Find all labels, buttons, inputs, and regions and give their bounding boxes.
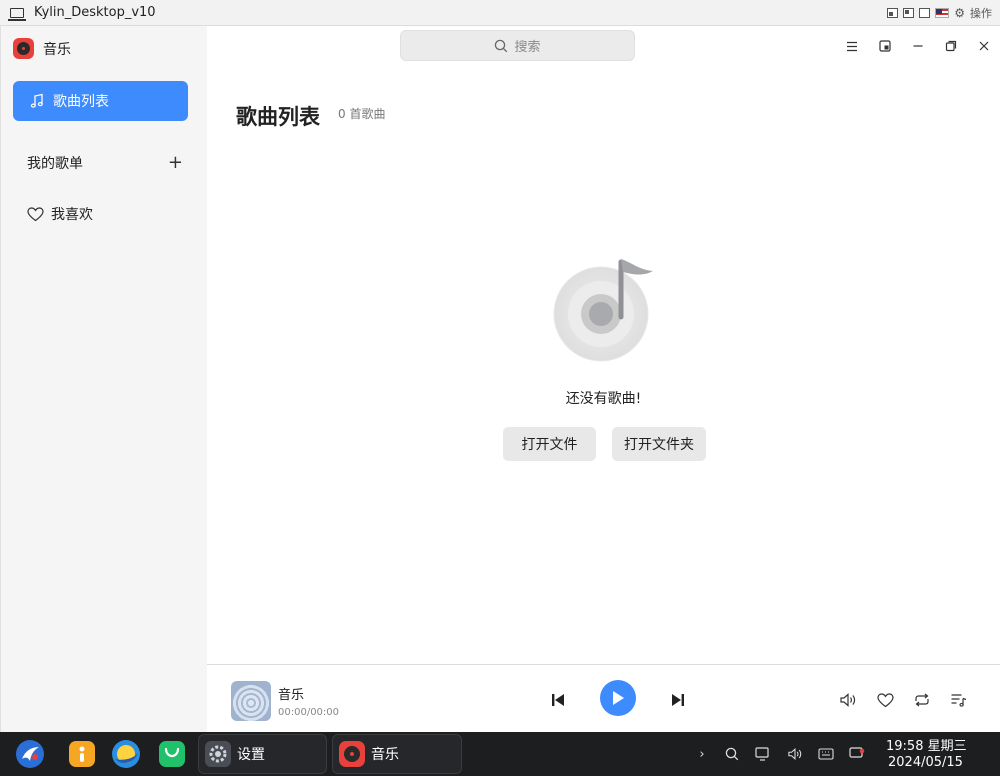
search-placeholder: 搜索: [514, 40, 541, 55]
playlist-icon: [951, 694, 967, 707]
sidebar: 音乐 歌曲列表 我的歌单 + 我喜欢: [0, 26, 207, 732]
search-icon: [495, 39, 508, 52]
vm-restore-icon[interactable]: [887, 8, 899, 18]
open-folder-button[interactable]: 打开文件夹: [612, 427, 706, 461]
add-playlist-icon[interactable]: +: [168, 154, 183, 172]
vm-toolbar: ⚙ 操作: [887, 0, 992, 26]
skip-previous-icon: [552, 694, 564, 706]
favorites-label: 我喜欢: [51, 207, 93, 223]
settings-gear-icon: [205, 741, 231, 767]
heart-icon: [27, 206, 44, 221]
browser-icon: [112, 740, 140, 768]
software-store-icon: [159, 741, 185, 767]
keyboard-layout-flag-icon[interactable]: [935, 8, 950, 18]
taskbar-app-browser[interactable]: [110, 738, 142, 770]
minimize-icon[interactable]: [901, 34, 934, 58]
page-title: 歌曲列表: [236, 105, 320, 129]
playlist-queue-button[interactable]: [948, 689, 970, 711]
repeat-mode-button[interactable]: [911, 689, 933, 711]
player-bar: 音乐 00:00/00:00: [207, 664, 1000, 732]
vm-title: Kylin_Desktop_v10: [34, 5, 156, 20]
repeat-icon: [915, 693, 929, 707]
taskbar-app-store[interactable]: [156, 738, 188, 770]
empty-music-disc-icon: [553, 259, 653, 362]
mini-mode-icon[interactable]: [868, 34, 901, 58]
taskbar: 设置 音乐 › 19:58 星期三 2024/05/15: [0, 732, 1000, 776]
tray-keyboard-icon[interactable]: [816, 744, 836, 764]
menu-icon[interactable]: [835, 34, 868, 58]
sidebar-item-label: 歌曲列表: [53, 94, 109, 110]
app-name: 音乐: [43, 41, 71, 58]
track-time: 00:00/00:00: [278, 707, 340, 718]
my-playlists-section: 我的歌单 +: [27, 153, 183, 173]
play-icon: [613, 691, 624, 705]
maximize-icon[interactable]: [934, 34, 967, 58]
open-file-button[interactable]: 打开文件: [503, 427, 596, 461]
window-controls: [835, 34, 1000, 58]
music-note-icon: [30, 93, 43, 108]
taskbar-window-music[interactable]: 音乐: [332, 734, 462, 774]
main-content: 搜索 歌曲列表 0 首歌曲 还没有歌曲! 打开文件 打开文件夹: [207, 26, 1000, 664]
favorite-button[interactable]: [874, 689, 896, 711]
volume-icon: [840, 693, 856, 707]
play-button[interactable]: [600, 680, 636, 716]
vm-title-bar: Kylin_Desktop_v10 ⚙ 操作: [0, 0, 1000, 26]
tray-notification-icon[interactable]: [847, 744, 867, 764]
tray-volume-icon[interactable]: [785, 744, 805, 764]
close-icon[interactable]: [967, 34, 1000, 58]
song-count: 0 首歌曲: [338, 107, 386, 121]
gear-icon[interactable]: ⚙: [954, 6, 965, 20]
tray-expand-icon[interactable]: ›: [692, 744, 712, 764]
music-app-logo-icon: [13, 38, 34, 59]
vm-fullscreen-icon[interactable]: [919, 8, 931, 18]
vm-window-icon[interactable]: [903, 8, 915, 18]
taskbar-clock-date[interactable]: 2024/05/15: [888, 755, 963, 770]
taskbar-app-files[interactable]: [66, 738, 98, 770]
music-app-icon: [339, 741, 365, 767]
taskbar-window-settings[interactable]: 设置: [198, 734, 327, 774]
my-playlists-label: 我的歌单: [27, 156, 83, 172]
sidebar-item-favorites[interactable]: 我喜欢: [27, 204, 93, 224]
taskbar-music-label: 音乐: [371, 747, 399, 763]
kylin-logo-icon: [16, 740, 44, 768]
app-launcher-icon: [69, 741, 95, 767]
sidebar-item-song-list[interactable]: 歌曲列表: [13, 81, 188, 121]
tray-search-icon[interactable]: [722, 744, 742, 764]
previous-track-button[interactable]: [548, 689, 568, 711]
track-name: 音乐: [278, 688, 305, 703]
taskbar-settings-label: 设置: [237, 747, 265, 763]
next-track-button[interactable]: [668, 689, 688, 711]
volume-button[interactable]: [837, 689, 859, 711]
computer-icon: [8, 7, 26, 21]
skip-next-icon: [672, 694, 684, 706]
taskbar-clock-time[interactable]: 19:58 星期三: [886, 735, 967, 754]
album-cover[interactable]: [231, 681, 271, 721]
tray-display-icon[interactable]: [753, 744, 773, 764]
heart-icon: [876, 692, 894, 707]
app-header: 音乐: [13, 38, 71, 59]
empty-state-text: 还没有歌曲!: [565, 391, 642, 407]
vm-actions-menu[interactable]: 操作: [970, 5, 992, 21]
search-input[interactable]: 搜索: [400, 30, 635, 61]
start-menu-button[interactable]: [14, 738, 46, 770]
